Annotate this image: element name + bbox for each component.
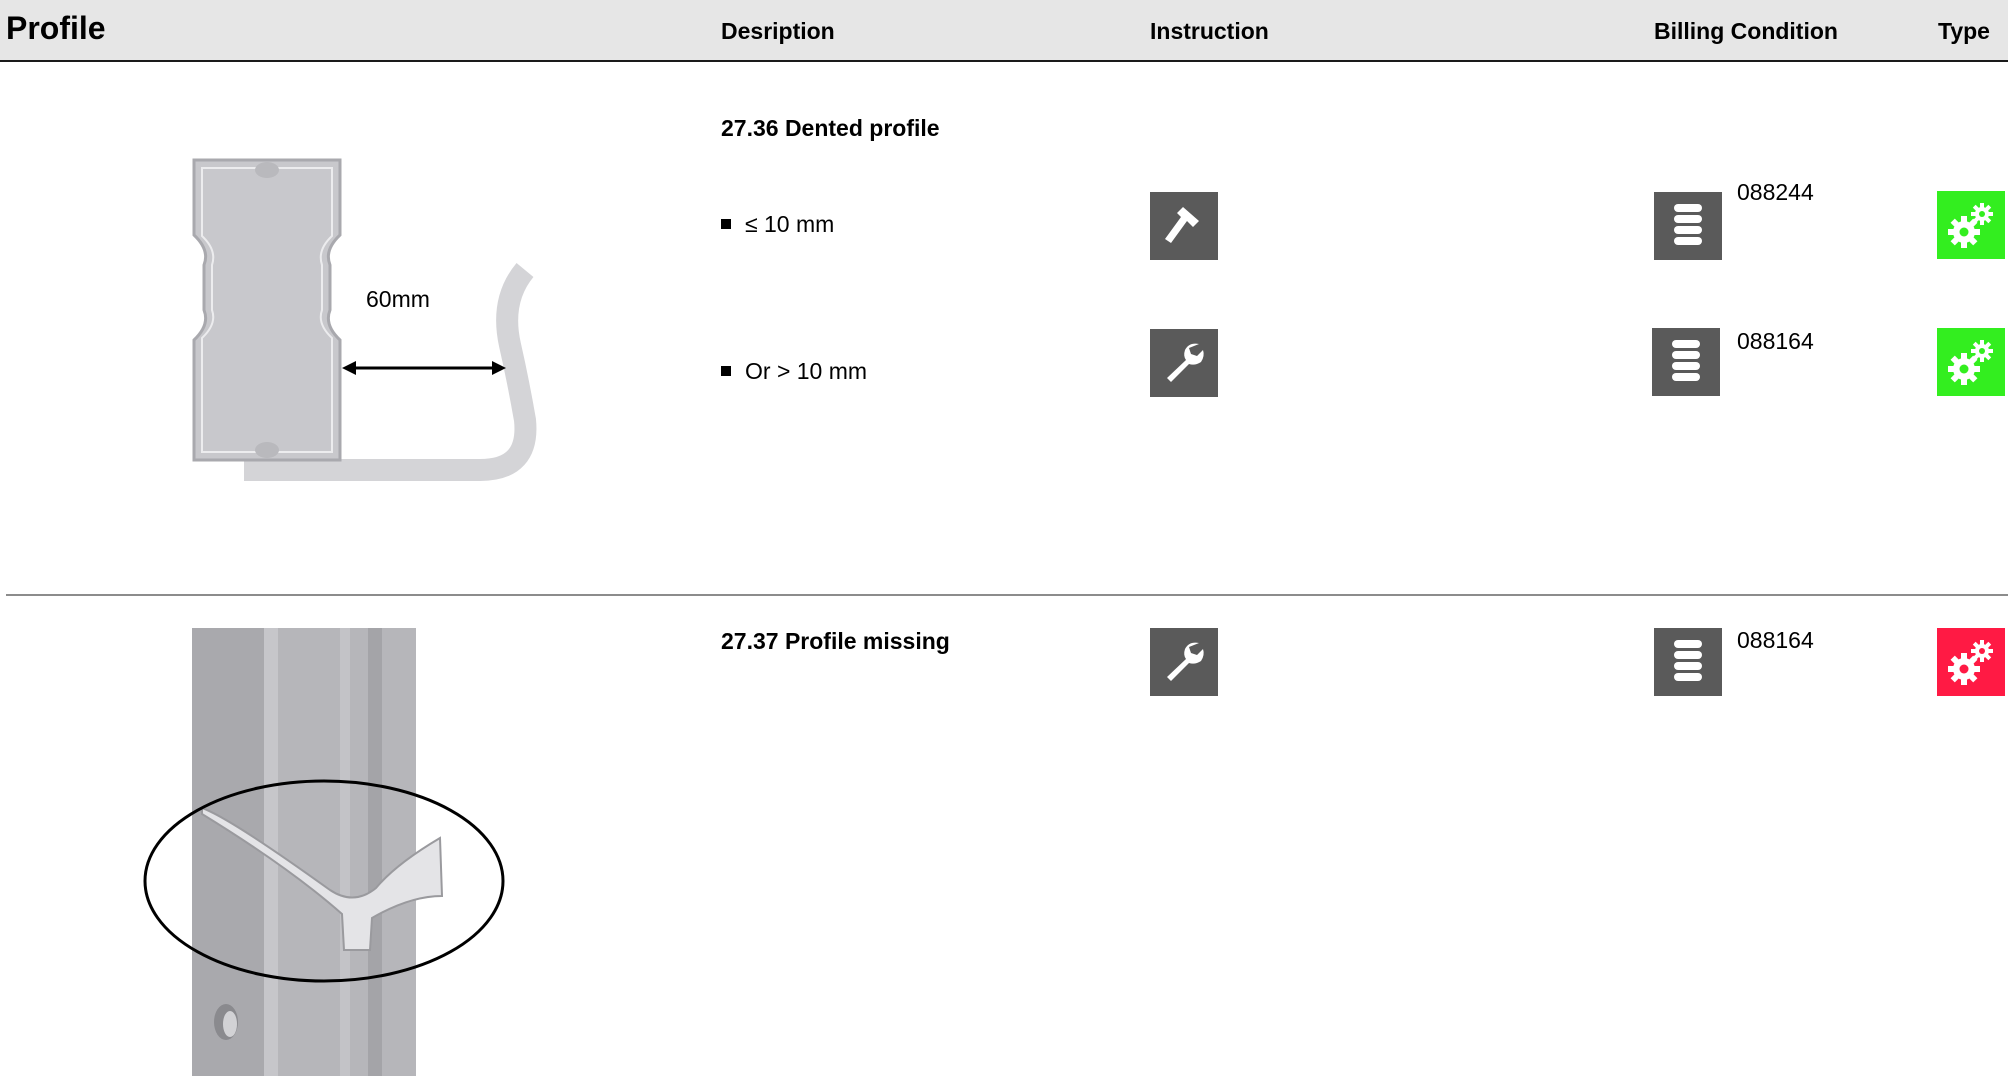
- option-text: Or > 10 mm: [721, 358, 867, 385]
- option-label: Or > 10 mm: [745, 358, 868, 384]
- page-title: Profile: [6, 10, 106, 46]
- bullet-square-icon: [721, 365, 731, 376]
- option-text: ≤ 10 mm: [721, 211, 834, 238]
- dimension-label: 60mm: [366, 286, 430, 312]
- billing-code: 088164: [1737, 627, 1814, 653]
- row-divider: [6, 594, 2008, 596]
- coins-stack-icon[interactable]: [1654, 628, 1722, 696]
- billing-code: 088244: [1737, 179, 1814, 205]
- profile-missing-illustration: [143, 628, 505, 1076]
- hammer-icon[interactable]: [1150, 192, 1218, 260]
- wrench-icon[interactable]: [1150, 628, 1218, 696]
- option-label: ≤ 10 mm: [745, 211, 835, 237]
- coins-stack-icon[interactable]: [1654, 192, 1722, 260]
- column-header-type: Type: [1938, 18, 1990, 44]
- gears-icon[interactable]: [1937, 628, 2005, 696]
- column-header-billing: Billing Condition: [1654, 18, 1838, 44]
- wrench-icon[interactable]: [1150, 329, 1218, 397]
- table-header: Profile Desription Instruction Billing C…: [0, 0, 2008, 62]
- bullet-square-icon: [721, 218, 731, 229]
- billing-code: 088164: [1737, 328, 1814, 354]
- column-header-description: Desription: [721, 18, 835, 44]
- gears-icon[interactable]: [1937, 191, 2005, 259]
- column-header-instruction: Instruction: [1150, 18, 1269, 44]
- gears-icon[interactable]: [1937, 328, 2005, 396]
- coins-stack-icon[interactable]: [1652, 328, 1720, 396]
- row-title: 27.37 Profile missing: [721, 628, 950, 654]
- dented-profile-illustration: [192, 158, 537, 481]
- row-title: 27.36 Dented profile: [721, 115, 940, 141]
